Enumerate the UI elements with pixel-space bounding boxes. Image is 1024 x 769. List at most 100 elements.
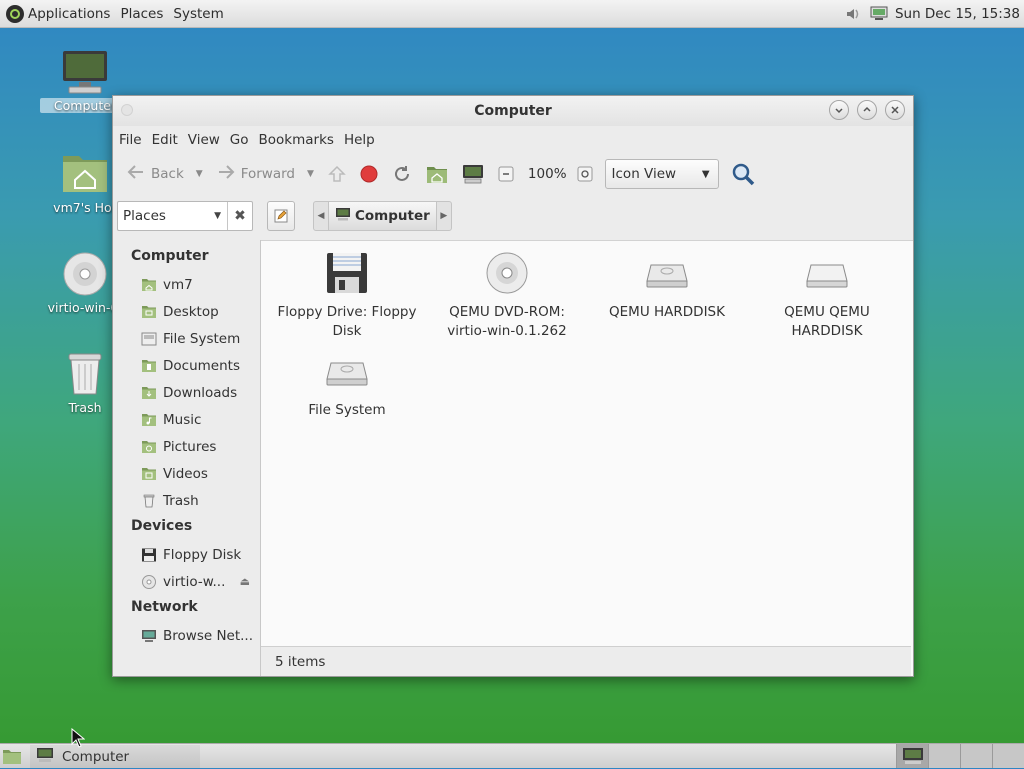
stop-icon bbox=[360, 165, 378, 183]
workspace-3[interactable] bbox=[960, 744, 992, 768]
file-name-line2: HARDDISK bbox=[791, 323, 863, 339]
reload-icon bbox=[394, 166, 409, 181]
breadcrumb-computer[interactable]: Computer bbox=[328, 202, 437, 230]
chevron-right-icon[interactable]: ▶ bbox=[437, 211, 451, 221]
volume-icon[interactable] bbox=[843, 5, 863, 23]
network-icon[interactable] bbox=[869, 5, 889, 23]
zoom-in-button[interactable] bbox=[575, 159, 595, 189]
top-panel: Applications Places System Sun Dec 15, 1… bbox=[0, 0, 1024, 28]
view-mode-select[interactable]: Icon View ▼ bbox=[604, 159, 719, 189]
computer-button[interactable] bbox=[456, 159, 490, 189]
breadcrumb-label: Computer bbox=[355, 208, 430, 224]
window-menu-icon[interactable] bbox=[121, 104, 133, 116]
sidebar-item-label: Browse Net... bbox=[163, 627, 254, 644]
sidebar-item-label: Pictures bbox=[163, 438, 217, 455]
file-name-line1: QEMU HARDDISK bbox=[609, 304, 725, 320]
workspace-4[interactable] bbox=[992, 744, 1024, 768]
icon-grid: Floppy Drive: Floppy Disk QEMU DVD-ROM: … bbox=[261, 241, 911, 646]
trash-icon bbox=[143, 494, 155, 507]
close-sidebar-icon[interactable]: ✖ bbox=[227, 202, 252, 230]
sidebar-item-label: Trash bbox=[163, 492, 199, 509]
cdrom-icon bbox=[485, 251, 529, 295]
monitor-icon bbox=[36, 747, 54, 767]
sidebar-item-label: Desktop bbox=[163, 303, 219, 320]
taskbar-label: Computer bbox=[62, 748, 130, 765]
distro-logo-icon[interactable] bbox=[6, 4, 24, 23]
file-item-harddisk[interactable]: QEMU HARDDISK bbox=[587, 241, 747, 322]
clock[interactable]: Sun Dec 15, 15:38 bbox=[895, 6, 1020, 22]
sidebar-item-trash[interactable]: Trash bbox=[113, 487, 260, 514]
taskbar-button-computer[interactable]: Computer bbox=[30, 745, 200, 768]
forward-button[interactable]: Forward ▼ bbox=[211, 159, 320, 189]
harddisk-icon bbox=[645, 251, 689, 295]
home-folder-icon bbox=[142, 278, 156, 291]
zoom-level: 100% bbox=[527, 166, 567, 182]
back-history-dropdown-icon[interactable]: ▼ bbox=[196, 169, 203, 179]
file-name-line1: QEMU QEMU bbox=[784, 304, 870, 320]
chevron-down-icon: ▼ bbox=[214, 211, 221, 221]
back-button[interactable]: Back ▼ bbox=[121, 159, 209, 189]
menu-view[interactable]: View bbox=[188, 132, 220, 148]
view-mode-value: Icon View bbox=[611, 166, 677, 182]
toggle-location-entry-button[interactable] bbox=[267, 201, 295, 231]
sidebar-item-music[interactable]: Music bbox=[113, 406, 260, 433]
close-button[interactable] bbox=[885, 100, 905, 120]
zoom-out-icon bbox=[498, 166, 514, 182]
search-button[interactable] bbox=[725, 159, 761, 189]
harddisk-icon bbox=[805, 251, 849, 295]
file-item-qemu-harddisk[interactable]: QEMU QEMU HARDDISK bbox=[747, 241, 907, 341]
show-desktop-button[interactable] bbox=[2, 747, 22, 765]
folder-icon bbox=[142, 305, 156, 318]
menu-file[interactable]: File bbox=[119, 132, 142, 148]
sidebar-item-pictures[interactable]: Pictures bbox=[113, 433, 260, 460]
sidebar-item-videos[interactable]: Videos bbox=[113, 460, 260, 487]
sidebar-item-documents[interactable]: Documents bbox=[113, 352, 260, 379]
sidebar-item-floppy[interactable]: Floppy Disk bbox=[113, 541, 260, 568]
file-manager-window: Computer File Edit View Go Bookmarks Hel… bbox=[112, 95, 914, 677]
file-item-dvd[interactable]: QEMU DVD-ROM: virtio-win-0.1.262 bbox=[427, 241, 587, 341]
menu-bookmarks[interactable]: Bookmarks bbox=[259, 132, 334, 148]
menu-go[interactable]: Go bbox=[230, 132, 249, 148]
sidebar-item-downloads[interactable]: Downloads bbox=[113, 379, 260, 406]
monitor-icon bbox=[61, 48, 109, 96]
applications-menu[interactable]: Applications bbox=[28, 6, 110, 22]
places-menu[interactable]: Places bbox=[120, 6, 163, 22]
back-arrow-icon bbox=[127, 164, 145, 184]
sidebar-item-virtio[interactable]: virtio-w... ⏏ bbox=[113, 568, 260, 595]
maximize-button[interactable] bbox=[857, 100, 877, 120]
up-button[interactable] bbox=[322, 159, 352, 189]
window-title: Computer bbox=[474, 103, 552, 119]
zoom-out-button[interactable] bbox=[492, 159, 520, 189]
sidebar-item-label: Floppy Disk bbox=[163, 546, 242, 563]
breadcrumb: ◀ Computer ▶ bbox=[313, 201, 452, 231]
file-item-filesystem[interactable]: File System bbox=[267, 339, 427, 420]
menubar: File Edit View Go Bookmarks Help bbox=[113, 126, 913, 154]
sidebar-item-file-system[interactable]: File System bbox=[113, 325, 260, 352]
reload-button[interactable] bbox=[386, 159, 418, 189]
folder-music-icon bbox=[142, 413, 156, 426]
workspace-1[interactable] bbox=[896, 744, 928, 768]
forward-history-dropdown-icon[interactable]: ▼ bbox=[307, 169, 314, 179]
titlebar[interactable]: Computer bbox=[113, 96, 913, 126]
minimize-button[interactable] bbox=[829, 100, 849, 120]
sidebar-item-label: Downloads bbox=[163, 384, 238, 401]
menu-help[interactable]: Help bbox=[344, 132, 375, 148]
monitor-icon bbox=[902, 748, 923, 764]
sidebar-item-browse-network[interactable]: Browse Net... bbox=[113, 622, 260, 649]
stop-button[interactable] bbox=[354, 159, 384, 189]
chevron-left-icon[interactable]: ◀ bbox=[314, 211, 328, 221]
workspace-2[interactable] bbox=[928, 744, 960, 768]
menu-edit[interactable]: Edit bbox=[152, 132, 178, 148]
network-icon bbox=[142, 629, 156, 642]
home-button[interactable] bbox=[420, 159, 454, 189]
sidebar-item-label: virtio-w... bbox=[163, 573, 226, 590]
toolbar: Back ▼ Forward ▼ 100% Icon View ▼ bbox=[113, 154, 913, 194]
file-view[interactable]: Floppy Drive: Floppy Disk QEMU DVD-ROM: … bbox=[261, 240, 913, 676]
sidebar-item-desktop[interactable]: Desktop bbox=[113, 298, 260, 325]
file-item-floppy[interactable]: Floppy Drive: Floppy Disk bbox=[267, 241, 427, 341]
sidebar-mode-select[interactable]: Places ▼ ✖ bbox=[117, 201, 253, 231]
sidebar-header-devices: Devices bbox=[131, 518, 193, 534]
eject-icon[interactable]: ⏏ bbox=[240, 575, 250, 588]
sidebar-item-vm7[interactable]: vm7 bbox=[113, 271, 260, 298]
system-menu[interactable]: System bbox=[173, 6, 223, 22]
